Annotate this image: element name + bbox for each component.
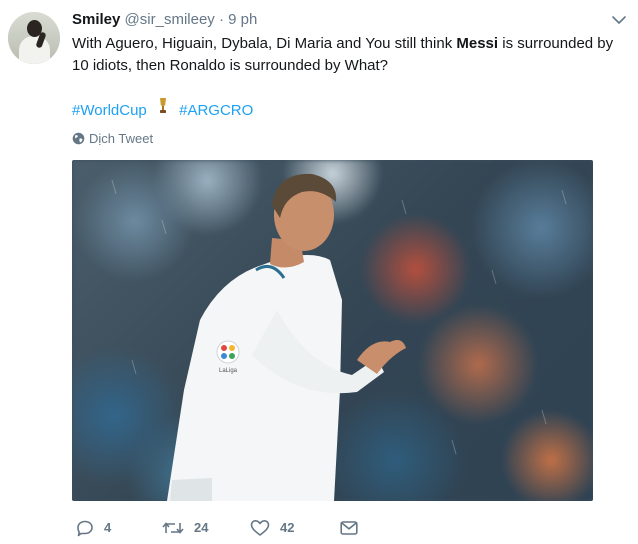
message-icon <box>340 521 358 535</box>
hashtags: #WorldCup #ARGCRO <box>72 97 253 121</box>
like-button[interactable]: 42 <box>250 516 294 540</box>
like-count: 42 <box>280 520 295 535</box>
like-icon <box>250 520 270 536</box>
hashtag-worldcup[interactable]: #WorldCup <box>72 101 147 121</box>
chevron-down-icon[interactable] <box>611 12 627 28</box>
tweet-text: With Aguero, Higuain, Dybala, Di Maria a… <box>72 35 614 74</box>
direct-message-button[interactable] <box>340 516 368 540</box>
avatar[interactable] <box>8 12 60 64</box>
globe-icon <box>72 132 85 145</box>
laliga-badge: LaLiga <box>219 368 238 374</box>
retweet-count: 24 <box>194 520 209 535</box>
mention-messi: Messi <box>456 35 499 52</box>
player-figure: LaLiga <box>111 173 567 501</box>
tweet[interactable]: Smiley @sir_smileey · 9 ph With Aguero, … <box>0 0 638 544</box>
reply-count: 4 <box>104 520 112 535</box>
author-name[interactable]: Smiley <box>72 11 120 28</box>
tweet-header: Smiley @sir_smileey · 9 ph <box>72 11 257 29</box>
hashtag-argcro[interactable]: #ARGCRO <box>179 101 253 121</box>
reply-button[interactable]: 4 <box>76 516 111 540</box>
tweet-time[interactable]: 9 ph <box>228 11 257 28</box>
tweet-photo[interactable]: LaLiga <box>72 160 593 501</box>
reply-icon <box>77 520 93 537</box>
author-handle[interactable]: @sir_smileey <box>125 11 215 28</box>
retweet-icon <box>162 522 184 534</box>
translate-tweet-link[interactable]: Dịch Tweet <box>72 131 153 147</box>
separator: · <box>218 11 224 28</box>
retweet-button[interactable]: 24 <box>162 516 208 540</box>
trophy-icon <box>159 98 166 113</box>
